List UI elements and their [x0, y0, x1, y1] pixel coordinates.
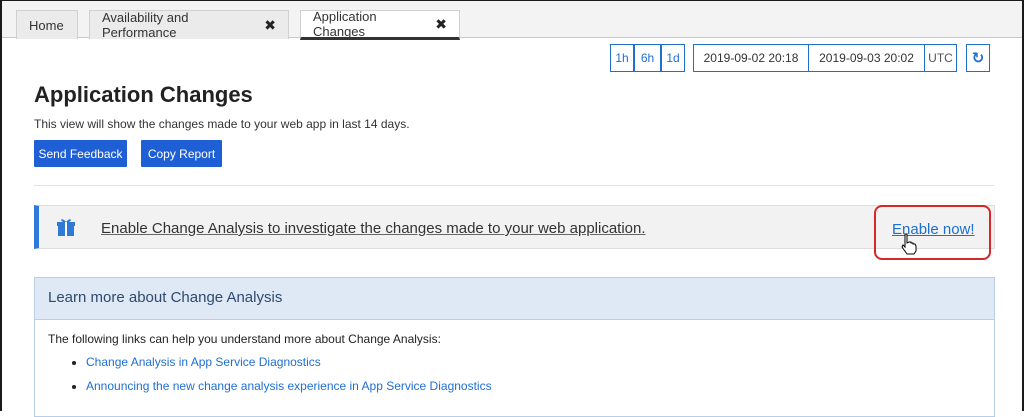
learn-more-panel: Learn more about Change Analysis The fol… [34, 277, 995, 417]
refresh-icon: ↻ [971, 50, 985, 67]
tab-application-changes[interactable]: Application Changes ✖ [300, 9, 460, 40]
send-feedback-label: Send Feedback [38, 146, 123, 161]
enable-change-analysis-banner: Enable Change Analysis to investigate th… [34, 205, 995, 249]
list-item: Change Analysis in App Service Diagnosti… [86, 355, 994, 369]
preset-1d-button[interactable]: 1d [661, 44, 685, 72]
timezone-label: UTC [924, 44, 957, 72]
send-feedback-button[interactable]: Send Feedback [34, 140, 127, 167]
close-icon[interactable]: ✖ [264, 17, 276, 34]
tab-application-changes-label: Application Changes [313, 9, 377, 39]
close-icon[interactable]: ✖ [435, 16, 447, 33]
start-time-input[interactable]: 2019-09-02 20:18 [693, 44, 809, 72]
end-time-input[interactable]: 2019-09-03 20:02 [808, 44, 925, 72]
tab-bar: Home Availability and Performance ✖ Appl… [2, 1, 1022, 40]
tab-availability-label: Availability and Performance [102, 10, 189, 40]
timezone-value: UTC [928, 51, 953, 65]
tab-home-label: Home [29, 17, 64, 33]
learn-more-heading: Learn more about Change Analysis [35, 278, 994, 320]
end-time-value: 2019-09-03 20:02 [819, 51, 914, 65]
page-subtitle: This view will show the changes made to … [34, 117, 410, 131]
tab-home[interactable]: Home [16, 10, 78, 39]
learn-more-links: Change Analysis in App Service Diagnosti… [48, 355, 994, 393]
copy-report-button[interactable]: Copy Report [141, 140, 222, 167]
refresh-button[interactable]: ↻ [966, 44, 990, 72]
divider [34, 185, 994, 186]
page-title: Application Changes [34, 82, 253, 107]
tab-availability-performance[interactable]: Availability and Performance ✖ [89, 10, 289, 40]
link-change-analysis-diagnostics[interactable]: Change Analysis in App Service Diagnosti… [86, 355, 321, 369]
banner-message[interactable]: Enable Change Analysis to investigate th… [101, 220, 646, 237]
preset-6h-button[interactable]: 6h [634, 44, 661, 72]
copy-report-label: Copy Report [147, 146, 216, 161]
highlight-box [874, 205, 991, 260]
gift-icon [56, 217, 76, 242]
preset-6h-label: 6h [640, 51, 655, 65]
list-item: Announcing the new change analysis exper… [86, 379, 994, 393]
preset-1h-label: 1h [615, 51, 629, 65]
preset-1h-button[interactable]: 1h [610, 44, 634, 72]
learn-more-body: The following links can help you underst… [35, 320, 994, 393]
hand-cursor-icon [900, 233, 918, 260]
start-time-value: 2019-09-02 20:18 [703, 51, 799, 65]
preset-1d-label: 1d [666, 51, 680, 65]
learn-more-intro: The following links can help you underst… [48, 332, 441, 346]
link-announcing-change-analysis[interactable]: Announcing the new change analysis exper… [86, 379, 492, 393]
